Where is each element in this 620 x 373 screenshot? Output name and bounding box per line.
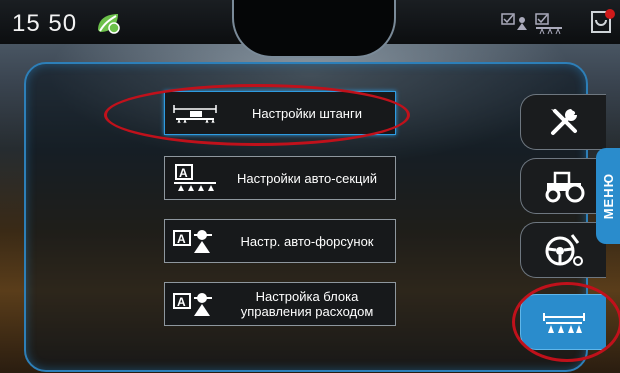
status-bar: 15 50 (0, 0, 620, 58)
svg-text:A: A (179, 166, 188, 180)
menu-item-auto-nozzle[interactable]: A Настр. авто-форсунок (164, 219, 396, 263)
highlight-oval-boom (104, 84, 410, 146)
highlight-oval-sprayer-tab (512, 282, 620, 362)
auto-section-icon: A (165, 157, 225, 199)
steering-wheel-icon (545, 234, 583, 266)
leaf-icon (98, 14, 120, 34)
menu-item-label: Настр. авто-форсунок (240, 233, 374, 249)
clock: 15 50 (12, 10, 78, 37)
side-menu-label: МЕНЮ (600, 172, 616, 220)
svg-text:A: A (177, 295, 186, 309)
wrench-screwdriver-icon (550, 109, 577, 135)
menu-item-label: Настройки авто-секций (237, 170, 377, 186)
menu-item-label: Настройка блока управления расходом (240, 289, 374, 319)
rate-control-icon: A (165, 283, 225, 325)
steering-tab[interactable] (520, 222, 606, 278)
menu-item-auto-section[interactable]: A Настройки авто-секций (164, 156, 396, 200)
tools-tab[interactable] (520, 94, 606, 150)
auto-nozzle-icon: A (165, 220, 225, 262)
top-notch (232, 0, 396, 58)
alert-icon[interactable] (590, 8, 616, 36)
svg-text:A: A (177, 232, 186, 246)
tractor-tab[interactable] (520, 158, 606, 214)
menu-item-rate-control[interactable]: A Настройка блока управления расходом (164, 282, 396, 326)
sprayer-status-icon (501, 13, 562, 35)
side-menu-label-tab[interactable]: МЕНЮ (596, 148, 620, 244)
tractor-icon (545, 171, 584, 203)
